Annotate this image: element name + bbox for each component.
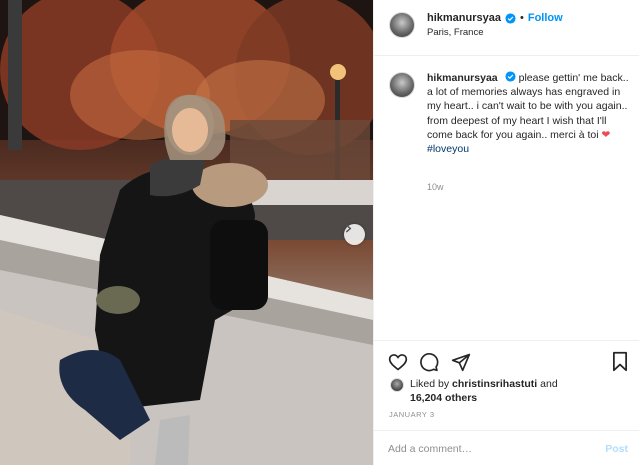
location-link[interactable]: Paris, France — [427, 27, 484, 38]
post-header: hikmanursyaa • Follow Paris, France — [374, 0, 639, 56]
verified-badge-icon — [505, 12, 516, 24]
avatar[interactable] — [389, 12, 415, 38]
post-comment-button[interactable]: Post — [605, 443, 628, 455]
verified-badge-icon — [505, 71, 516, 82]
share-icon[interactable] — [451, 352, 471, 372]
photo-scene — [0, 0, 373, 465]
likes-prefix: Liked by — [410, 378, 450, 390]
likes-and: and — [540, 378, 558, 390]
separator-dot: • — [519, 12, 524, 24]
caption-avatar[interactable] — [389, 72, 415, 98]
liker-avatar[interactable] — [390, 378, 404, 392]
follow-button[interactable]: Follow — [528, 12, 563, 24]
carousel-next-button[interactable] — [344, 224, 365, 245]
hashtag-link[interactable]: #loveyou — [427, 142, 632, 156]
heart-emoji: ❤ — [601, 128, 611, 141]
caption-username[interactable]: hikmanursyaa — [427, 72, 498, 84]
chevron-right-icon — [345, 224, 352, 233]
post-photo[interactable] — [0, 0, 373, 465]
bookmark-icon[interactable] — [611, 351, 629, 372]
post-date: JANUARY 3 — [389, 410, 435, 419]
liker-username[interactable]: christinsrihastuti — [452, 378, 537, 390]
likes-count[interactable]: 16,204 others — [410, 392, 477, 404]
post-caption: hikmanursyaa please gettin' me back.. a l… — [427, 71, 632, 156]
header-username[interactable]: hikmanursyaa — [427, 12, 501, 24]
comment-bar: Post — [374, 430, 639, 465]
comment-input[interactable] — [388, 440, 588, 458]
likes-summary: Liked by christinsrihastuti and 16,204 o… — [410, 377, 630, 405]
caption-time: 10w — [427, 182, 444, 192]
heart-icon[interactable] — [388, 352, 408, 372]
post-sidebar: hikmanursyaa • Follow Paris, France hikm… — [373, 0, 639, 465]
action-bar — [374, 340, 639, 382]
header-user-row: hikmanursyaa • Follow — [427, 12, 563, 24]
comment-icon[interactable] — [419, 352, 439, 372]
